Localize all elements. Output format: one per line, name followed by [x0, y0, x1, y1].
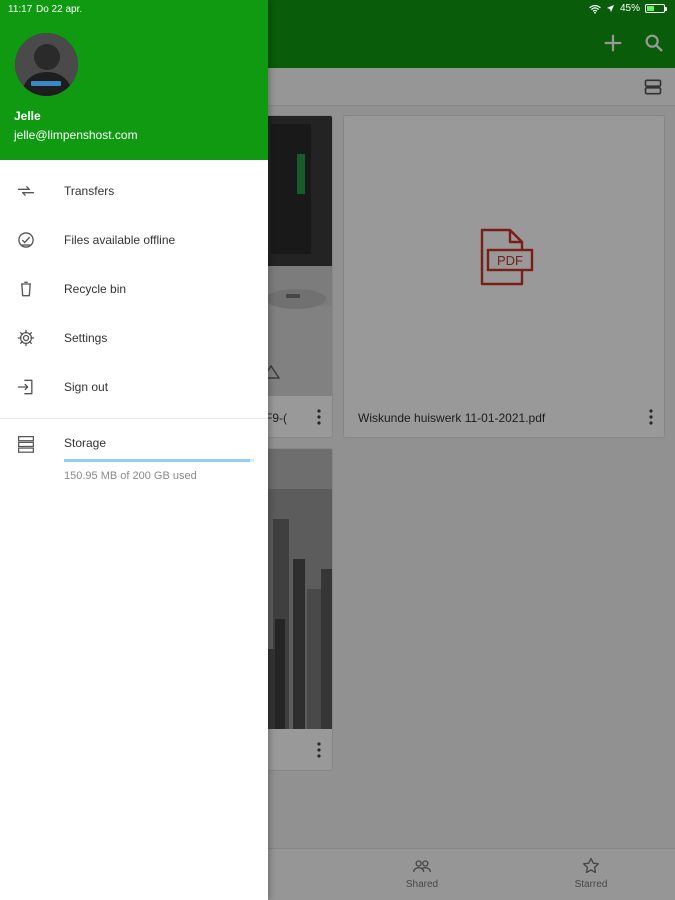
drawer-divider — [0, 418, 268, 419]
avatar[interactable] — [15, 33, 78, 96]
status-time: 11:17 — [8, 4, 33, 15]
avatar-image — [15, 33, 78, 96]
battery-icon — [645, 4, 667, 13]
gear-icon — [17, 329, 35, 346]
storage-progress-fill — [64, 459, 251, 462]
status-right: 45% — [589, 3, 667, 14]
menu-item-label: Recycle bin — [64, 281, 127, 296]
location-icon — [606, 4, 615, 13]
storage-icon — [18, 436, 34, 453]
menu-item-transfers[interactable]: Transfers — [0, 166, 268, 215]
menu-item-settings[interactable]: Settings — [0, 313, 268, 362]
battery-percent: 45% — [619, 3, 640, 14]
user-email: jelle@limpenshost.com — [14, 128, 138, 142]
storage-progress-bar — [64, 459, 254, 462]
menu-item-offline[interactable]: Files available offline — [0, 215, 268, 264]
storage-label[interactable]: Storage — [64, 436, 106, 450]
wifi-icon — [589, 4, 601, 14]
menu-item-label: Sign out — [64, 379, 109, 394]
menu-item-label: Settings — [64, 330, 108, 345]
sign-out-icon — [17, 379, 33, 394]
storage-usage-text: 150.95 MB of 200 GB used — [64, 470, 197, 482]
menu-item-label: Files available offline — [64, 232, 176, 247]
drawer-header: Jelle jelle@limpenshost.com — [0, 0, 268, 160]
user-name: Jelle — [14, 109, 41, 123]
trash-icon — [21, 281, 31, 296]
menu-item-sign-out[interactable]: Sign out — [0, 362, 268, 411]
offline-check-icon — [18, 231, 34, 248]
transfers-icon — [17, 185, 35, 196]
menu-item-recycle-bin[interactable]: Recycle bin — [0, 264, 268, 313]
status-date: Do 22 apr. — [36, 4, 83, 15]
status-bar: 11:17 Do 22 apr. 45% — [0, 0, 675, 18]
menu-item-label: Transfers — [64, 183, 115, 198]
navigation-drawer: Jelle jelle@limpenshost.com Transfers Fi… — [0, 0, 268, 900]
